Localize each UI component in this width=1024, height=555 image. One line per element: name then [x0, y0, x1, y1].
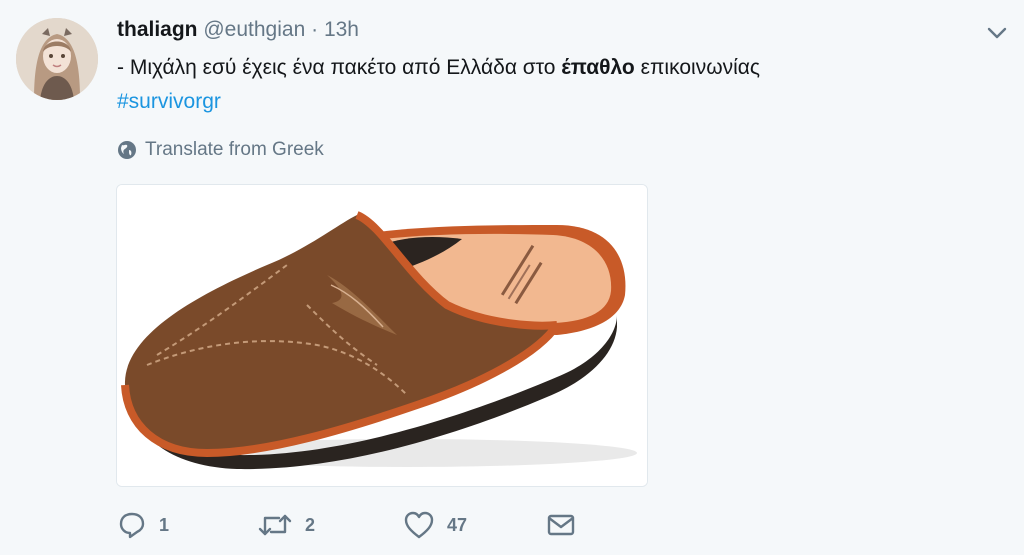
tweet-media-image[interactable]	[116, 184, 648, 487]
slipper-photo	[117, 185, 647, 486]
globe-icon	[118, 141, 136, 159]
chevron-down-icon	[987, 27, 1007, 39]
like-count: 47	[447, 514, 468, 535]
tweet-actions: 1 2 47	[117, 508, 637, 542]
reply-icon	[119, 512, 145, 539]
hashtag-link[interactable]: #survivorgr	[117, 86, 221, 118]
heart-icon	[404, 511, 434, 539]
reply-count: 1	[159, 514, 170, 535]
avatar[interactable]	[16, 18, 98, 100]
tweet-text-bold: έπαθλο	[561, 56, 635, 79]
tweet-text-end: επικοινωνίας	[634, 56, 761, 79]
retweet-count: 2	[305, 514, 316, 535]
more-options-button[interactable]	[984, 22, 1010, 44]
display-name[interactable]: thaliagn	[117, 18, 198, 41]
avatar-illustration	[16, 18, 98, 100]
tweet-header: thaliagn @euthgian · 13h	[117, 16, 359, 44]
like-button[interactable]: 47	[403, 508, 467, 542]
reply-button[interactable]: 1	[117, 508, 169, 542]
tweet-text: - Μιχάλη εσύ έχεις ένα πακέτο από Ελλάδα…	[117, 52, 760, 84]
tweet-text-start: - Μιχάλη εσύ έχεις ένα πακέτο από Ελλάδα…	[117, 56, 562, 79]
separator-dot: ·	[311, 18, 319, 41]
translate-link[interactable]: Translate from Greek	[117, 136, 324, 164]
retweet-icon	[258, 514, 292, 536]
retweet-button[interactable]: 2	[257, 508, 315, 542]
direct-message-button[interactable]	[545, 508, 577, 542]
tweet: thaliagn @euthgian · 13h - Μιχάλη εσύ έχ…	[0, 0, 1024, 555]
envelope-icon	[547, 514, 575, 536]
translate-label: Translate from Greek	[145, 139, 324, 160]
timestamp[interactable]: 13h	[324, 18, 359, 41]
user-handle[interactable]: @euthgian	[203, 18, 305, 41]
